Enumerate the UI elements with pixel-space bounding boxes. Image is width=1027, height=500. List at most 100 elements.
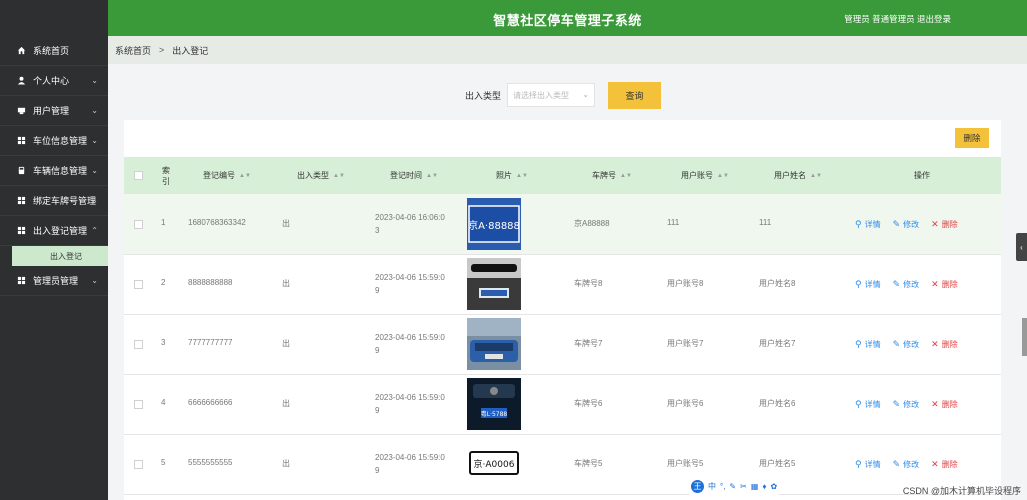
vehicle-photo[interactable]: 粤L·5788 [467, 378, 521, 430]
close-icon: ✕ [931, 278, 939, 289]
header-time[interactable]: 登记时间 ▲▼ [390, 157, 438, 194]
side-collapse-handle[interactable]: ‹ [1016, 233, 1027, 261]
sort-icon: ▲▼ [239, 172, 251, 179]
table-row[interactable]: 4 6666666666 出 2023-04-06 15:59:0 9 粤L·5788 车牌… [124, 374, 1001, 435]
cell-time: 2023-04-06 15:59:0 9 [375, 271, 445, 297]
sidebar-item[interactable]: 出入登记管理 ⌃ [0, 216, 108, 246]
sidebar-item[interactable]: 管理员管理 ⌄ [0, 266, 108, 296]
select-all-checkbox[interactable] [134, 157, 143, 194]
cell-plate: 车牌号7 [574, 339, 603, 348]
scrollbar[interactable] [1022, 318, 1027, 356]
ime-pen-icon[interactable]: ✎ [729, 482, 736, 491]
header-index[interactable]: 索引 [162, 157, 176, 194]
edit-button[interactable]: ✎ 修改 [893, 399, 920, 410]
cell-time-line1: 2023-04-06 15:59:0 [375, 453, 445, 462]
row-delete-button[interactable]: ✕ 删除 [931, 399, 958, 410]
pencil-icon: ✎ [892, 398, 901, 409]
table-row[interactable]: 5 5555555555 出 2023-04-06 15:59:0 9 京·A0006 车牌… [124, 434, 1001, 495]
table-row[interactable]: 2 8888888888 出 2023-04-06 15:59:0 9 车牌号8 用户账号8… [124, 254, 1001, 315]
sidebar-subitem-active[interactable]: 出入登记 [12, 246, 108, 266]
header-code[interactable]: 登记编号 ▲▼ [203, 157, 251, 194]
sidebar-item[interactable]: 个人中心 ⌄ [0, 66, 108, 96]
row-delete-button[interactable]: ✕ 删除 [931, 459, 958, 470]
vehicle-photo[interactable]: 京·A0006 [467, 438, 521, 490]
detail-label: 详情 [864, 399, 881, 409]
detail-button[interactable]: ⚲ 详情 [855, 279, 881, 290]
type-select[interactable]: 请选择出入类型 ⌄ [507, 83, 596, 107]
user-info[interactable]: 管理员 普通管理员 退出登录 [844, 13, 951, 25]
header-actions: 操作 [914, 171, 930, 180]
row-delete-button[interactable]: ✕ 删除 [931, 219, 958, 230]
cell-type: 出 [282, 399, 290, 408]
query-button[interactable]: 查询 [608, 81, 662, 109]
detail-button[interactable]: ⚲ 详情 [855, 339, 881, 350]
breadcrumb-separator: > [159, 45, 165, 55]
sidebar-item[interactable]: 系统首页 [0, 36, 108, 66]
sort-icon: ▲▼ [717, 172, 729, 179]
sidebar-item[interactable]: 绑定车牌号管理 ⌄ [0, 186, 108, 216]
cell-index: 5 [161, 458, 166, 467]
header-type[interactable]: 出入类型 ▲▼ [297, 157, 345, 194]
cell-plate: 车牌号8 [574, 279, 603, 288]
detail-label: 详情 [864, 339, 881, 349]
breadcrumb-home[interactable]: 系统首页 [115, 44, 151, 57]
header-name[interactable]: 用户姓名 ▲▼ [774, 157, 822, 194]
vehicle-photo[interactable] [467, 258, 521, 310]
sidebar-item[interactable]: 车位信息管理 ⌄ [0, 126, 108, 156]
row-checkbox[interactable] [134, 400, 143, 409]
cell-code: 1680768363342 [188, 218, 246, 227]
edit-button[interactable]: ✎ 修改 [893, 339, 920, 350]
sidebar-item-label: 车位信息管理 [33, 136, 88, 146]
delete-label: 删除 [941, 459, 958, 469]
grid-icon [17, 136, 26, 145]
sidebar-item[interactable]: 车辆信息管理 ⌄ [0, 156, 108, 186]
home-icon [17, 46, 26, 55]
header-photo-label: 照片 [496, 171, 512, 180]
search-icon: ⚲ [855, 338, 862, 349]
ime-scissors-icon[interactable]: ✂ [740, 482, 747, 491]
table-row[interactable]: 3 7777777777 出 2023-04-06 15:59:0 9 车牌号7 用户账号7… [124, 314, 1001, 375]
delete-button[interactable]: 删除 [955, 128, 989, 148]
detail-button[interactable]: ⚲ 详情 [855, 459, 881, 470]
ime-mode[interactable]: 中 [708, 481, 716, 492]
ime-punct-icon[interactable]: °, [720, 482, 725, 491]
top-bar: 智慧社区停车管理子系统 管理员 普通管理员 退出登录 [108, 0, 1027, 36]
edit-button[interactable]: ✎ 修改 [893, 459, 920, 470]
row-delete-button[interactable]: ✕ 删除 [931, 339, 958, 350]
user-icon [17, 76, 26, 85]
row-checkbox[interactable] [134, 460, 143, 469]
edit-button[interactable]: ✎ 修改 [893, 219, 920, 230]
grid-icon [17, 226, 26, 235]
cell-time: 2023-04-06 15:59:0 9 [375, 451, 445, 477]
row-checkbox[interactable] [134, 340, 143, 349]
cell-name: 用户姓名7 [759, 339, 796, 348]
ime-skin-icon[interactable]: ♦ [762, 482, 766, 491]
delete-label: 删除 [941, 279, 958, 289]
edit-button[interactable]: ✎ 修改 [893, 279, 920, 290]
vehicle-photo[interactable]: 京A·88888 [467, 198, 521, 250]
cell-code: 5555555555 [188, 458, 233, 467]
header-photo[interactable]: 照片 ▲▼ [496, 157, 528, 194]
vehicle-photo[interactable] [467, 318, 521, 370]
sort-icon: ▲▼ [810, 172, 822, 179]
ime-settings-icon[interactable]: ✿ [770, 482, 777, 491]
ime-logo-icon[interactable]: 王 [691, 480, 704, 493]
row-actions: ⚲ 详情 ✎ 修改 ✕ 删除 [855, 374, 970, 434]
header-name-label: 用户姓名 [774, 171, 806, 180]
table-row[interactable]: 1 1680768363342 出 2023-04-06 16:06:0 3 京A·888… [124, 194, 1001, 255]
detail-button[interactable]: ⚲ 详情 [855, 219, 881, 230]
row-checkbox[interactable] [134, 220, 143, 229]
grid-icon [17, 196, 26, 205]
cell-account: 用户账号6 [667, 399, 704, 408]
close-icon: ✕ [931, 218, 939, 229]
sidebar-header [0, 0, 108, 36]
row-checkbox[interactable] [134, 280, 143, 289]
header-type-label: 出入类型 [297, 171, 329, 180]
row-delete-button[interactable]: ✕ 删除 [931, 279, 958, 290]
ime-keyboard-icon[interactable]: ▦ [751, 482, 759, 491]
header-plate[interactable]: 车牌号 ▲▼ [592, 157, 632, 194]
sidebar-item[interactable]: 用户管理 ⌄ [0, 96, 108, 126]
detail-button[interactable]: ⚲ 详情 [855, 399, 881, 410]
ime-toolbar[interactable]: 王 中 °, ✎ ✂ ▦ ♦ ✿ [688, 478, 781, 495]
header-account[interactable]: 用户账号 ▲▼ [681, 157, 729, 194]
